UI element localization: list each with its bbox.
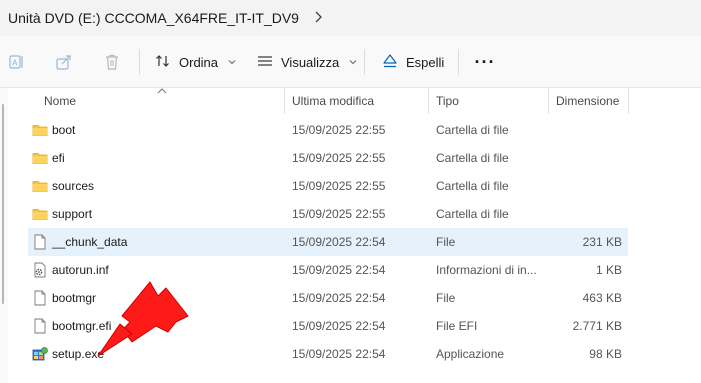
column-header-name[interactable]: Nome: [44, 94, 76, 108]
eject-label: Espelli: [406, 54, 445, 70]
file-size: 231 KB: [582, 235, 622, 249]
file-row[interactable]: sources 15/09/2025 22:55 Cartella di fil…: [28, 172, 628, 200]
file-size: 2.771 KB: [572, 319, 622, 333]
file-modified: 15/09/2025 22:54: [292, 319, 386, 333]
folder-icon: [32, 178, 48, 194]
column-headers: Nome Ultima modifica Tipo Dimensione: [0, 88, 701, 114]
scrollbar-thumb[interactable]: [2, 104, 4, 304]
file-icon: [32, 290, 48, 306]
view-icon: [257, 53, 273, 72]
file-type: Applicazione: [436, 347, 505, 361]
file-name: autorun.inf: [52, 263, 109, 277]
share-icon[interactable]: [52, 50, 76, 74]
eject-button[interactable]: Espelli: [382, 50, 444, 74]
file-type: Cartella di file: [436, 179, 509, 193]
svg-text:A: A: [12, 59, 18, 68]
file-row[interactable]: boot 15/09/2025 22:55 Cartella di file: [28, 116, 628, 144]
toolbar-divider: [139, 49, 140, 75]
view-button[interactable]: Visualizza: [257, 50, 357, 74]
sort-button[interactable]: Ordina: [155, 50, 236, 74]
file-name: efi: [52, 151, 65, 165]
folder-icon: [32, 122, 48, 138]
file-modified: 15/09/2025 22:54: [292, 291, 386, 305]
file-type: Cartella di file: [436, 123, 509, 137]
breadcrumb-drive[interactable]: Unità DVD (E:) CCCOMA_X64FRE_IT-IT_DV9: [8, 10, 299, 26]
eject-icon: [382, 53, 398, 72]
delete-icon[interactable]: [100, 50, 124, 74]
file-modified: 15/09/2025 22:54: [292, 235, 386, 249]
sort-ascending-icon: [157, 86, 167, 96]
file-modified: 15/09/2025 22:55: [292, 123, 386, 137]
file-size: 1 KB: [595, 263, 622, 277]
column-header-modified[interactable]: Ultima modifica: [292, 94, 374, 108]
file-type: Informazioni di in...: [436, 263, 537, 277]
file-modified: 15/09/2025 22:55: [292, 207, 386, 221]
toolbar-divider: [458, 49, 459, 75]
file-row-selected[interactable]: __chunk_data 15/09/2025 22:54 File 231 K…: [28, 228, 628, 256]
file-name: __chunk_data: [52, 235, 128, 249]
file-size: 98 KB: [589, 347, 622, 361]
file-modified: 15/09/2025 22:55: [292, 151, 386, 165]
column-divider[interactable]: [284, 88, 285, 114]
settings-file-icon: [32, 262, 48, 278]
more-options-button[interactable]: ···: [473, 50, 497, 74]
file-modified: 15/09/2025 22:55: [292, 179, 386, 193]
toolbar-divider: [364, 49, 365, 75]
chevron-down-icon: [228, 57, 236, 67]
file-type: Cartella di file: [436, 151, 509, 165]
sort-icon: [155, 53, 171, 72]
file-type: Cartella di file: [436, 207, 509, 221]
file-name: sources: [52, 179, 95, 193]
annotation-arrow-icon: [97, 281, 189, 357]
file-row[interactable]: efi 15/09/2025 22:55 Cartella di file: [28, 144, 628, 172]
sort-label: Ordina: [179, 54, 219, 70]
file-name: boot: [52, 123, 76, 137]
folder-icon: [32, 206, 48, 222]
chevron-down-icon: [349, 57, 357, 67]
file-name: bootmgr: [52, 291, 97, 305]
column-header-type[interactable]: Tipo: [436, 94, 459, 108]
folder-icon: [32, 150, 48, 166]
address-bar[interactable]: Unità DVD (E:) CCCOMA_X64FRE_IT-IT_DV9: [0, 0, 701, 36]
file-modified: 15/09/2025 22:54: [292, 347, 386, 361]
file-name: support: [52, 207, 93, 221]
command-bar: A Ordina Visualizza Espelli ···: [0, 36, 701, 88]
file-type: File EFI: [436, 319, 478, 333]
column-divider[interactable]: [548, 88, 549, 114]
chevron-right-icon[interactable]: [313, 11, 323, 26]
column-header-size[interactable]: Dimensione: [556, 94, 619, 108]
column-divider[interactable]: [628, 88, 629, 114]
file-icon: [32, 234, 48, 250]
rename-icon[interactable]: A: [5, 50, 29, 74]
file-row[interactable]: support 15/09/2025 22:55 Cartella di fil…: [28, 200, 628, 228]
column-divider[interactable]: [428, 88, 429, 114]
file-size: 463 KB: [582, 291, 622, 305]
view-label: Visualizza: [281, 54, 340, 70]
file-type: File: [436, 235, 456, 249]
file-type: File: [436, 291, 456, 305]
file-modified: 15/09/2025 22:54: [292, 263, 386, 277]
setup-app-icon: [32, 346, 48, 362]
file-icon: [32, 318, 48, 334]
